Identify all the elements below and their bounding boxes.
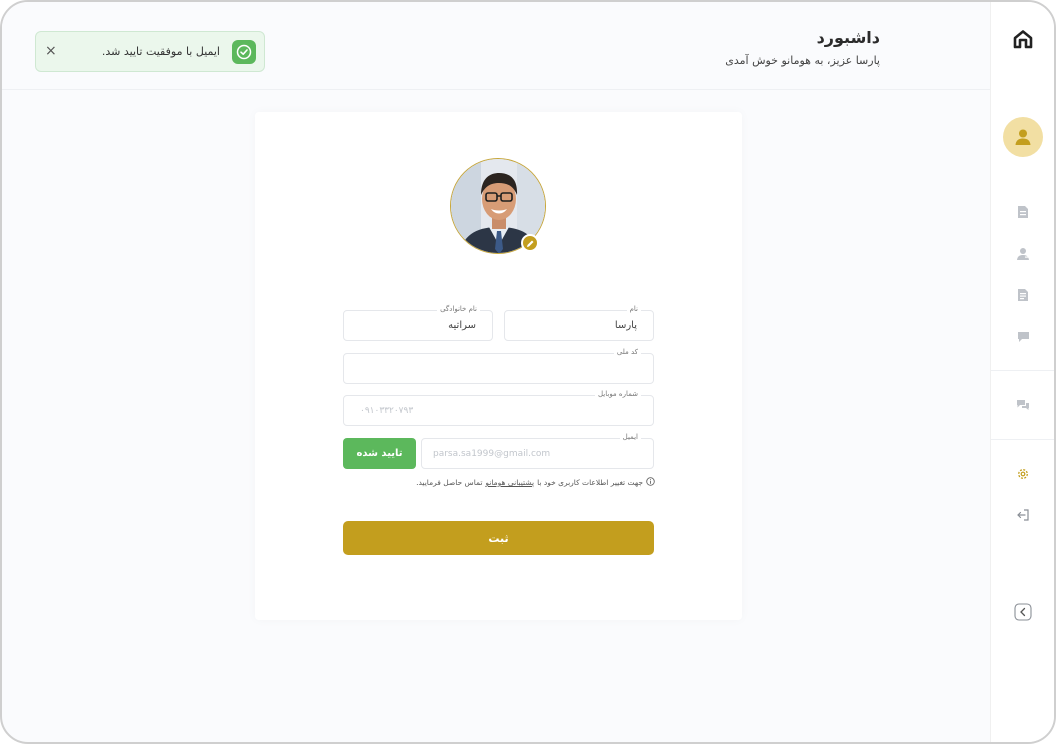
support-link[interactable]: پشتیبانی هومانو xyxy=(485,478,534,487)
toast-message: ایمیل با موفقیت تایید شد. xyxy=(101,45,220,58)
header: داشبورد پارسا عزیز، به هومانو خوش آمدی ا… xyxy=(2,2,992,90)
first-name-value: پارسا xyxy=(614,320,637,331)
gear-icon[interactable] xyxy=(1015,466,1031,482)
file-icon[interactable] xyxy=(1015,287,1031,303)
chevron-left-icon[interactable] xyxy=(1013,602,1033,622)
app-window: داشبورد پارسا عزیز، به هومانو خوش آمدی ا… xyxy=(0,0,1056,744)
edit-photo-icon[interactable] xyxy=(521,234,539,252)
sidebar xyxy=(990,2,1054,742)
email-placeholder: parsa.sa1999@gmail.com xyxy=(433,449,551,459)
chats-icon[interactable] xyxy=(1015,397,1031,413)
user-icon xyxy=(1015,129,1031,145)
national-code-label: کد ملی xyxy=(613,347,641,357)
logout-icon[interactable] xyxy=(1015,507,1031,523)
submit-button[interactable]: ثبت xyxy=(343,521,654,555)
mobile-placeholder: ۰۹۱۰۳۳۲۰۷۹۳ xyxy=(360,406,414,416)
sidebar-divider xyxy=(991,439,1054,440)
support-hint: جهت تغییر اطلاعات کاربری خود با پشتیبانی… xyxy=(416,477,655,488)
check-icon xyxy=(232,40,256,64)
national-code-field[interactable]: کد ملی xyxy=(343,347,654,384)
last-name-field[interactable]: نام خانوادگی سراتیه xyxy=(343,304,493,341)
email-label: ایمیل xyxy=(619,432,641,442)
sidebar-item-profile[interactable] xyxy=(1003,117,1043,157)
success-toast: ایمیل با موفقیت تایید شد. × xyxy=(35,31,265,72)
email-field[interactable]: ایمیل parsa.sa1999@gmail.com xyxy=(421,432,654,469)
profile-card: نام پارسا نام خانوادگی سراتیه کد ملی شما… xyxy=(255,112,742,620)
page-title: داشبورد xyxy=(816,28,880,47)
hint-prefix: جهت تغییر اطلاعات کاربری خود با xyxy=(537,478,643,487)
verified-button[interactable]: تایید شده xyxy=(343,438,416,469)
mobile-field[interactable]: شماره موبایل ۰۹۱۰۳۳۲۰۷۹۳ xyxy=(343,389,654,426)
sidebar-divider xyxy=(991,370,1054,371)
last-name-label: نام خانوادگی xyxy=(437,304,480,314)
home-icon[interactable] xyxy=(1013,29,1033,49)
first-name-field[interactable]: نام پارسا xyxy=(504,304,654,341)
welcome-subtitle: پارسا عزیز، به هومانو خوش آمدی xyxy=(725,54,880,67)
mobile-label: شماره موبایل xyxy=(594,389,641,399)
hint-suffix: تماس حاصل فرمایید. xyxy=(416,478,483,487)
document-icon[interactable] xyxy=(1015,204,1031,220)
info-icon xyxy=(646,477,655,488)
chat-icon[interactable] xyxy=(1015,329,1031,345)
close-icon[interactable]: × xyxy=(45,43,57,59)
last-name-value: سراتیه xyxy=(448,320,476,331)
first-name-label: نام xyxy=(626,304,641,314)
user-add-icon[interactable] xyxy=(1015,246,1031,262)
